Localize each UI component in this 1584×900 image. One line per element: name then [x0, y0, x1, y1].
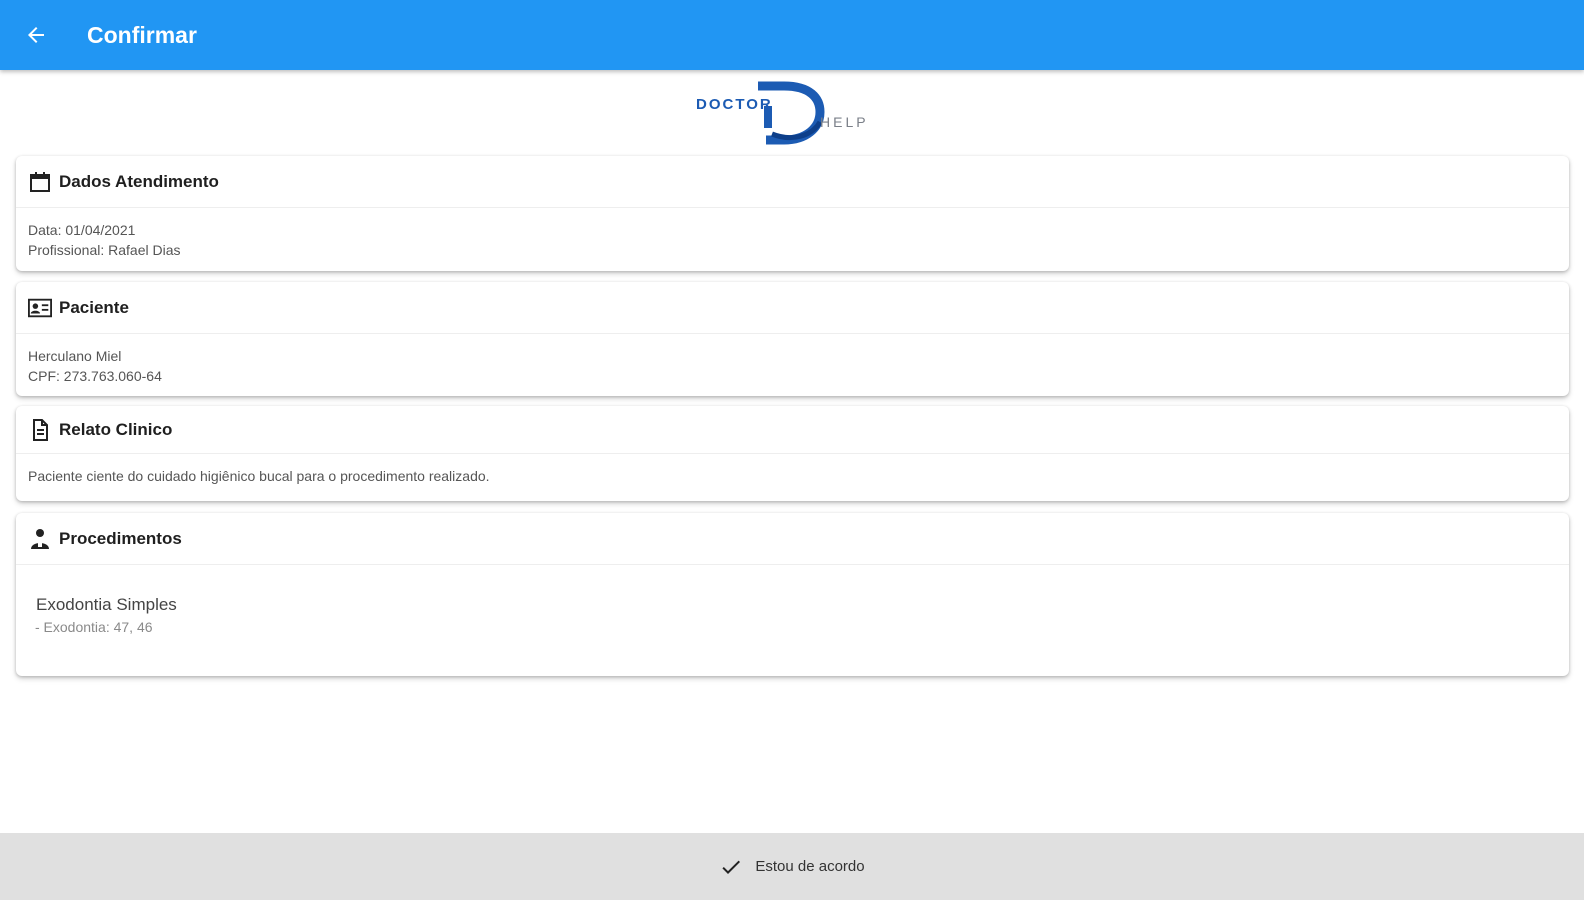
card-relato-clinico: Relato Clinico Paciente ciente do cuidad… — [16, 406, 1569, 501]
card-header: Dados Atendimento — [16, 156, 1569, 208]
procedure-name: Exodontia Simples — [36, 595, 177, 614]
confirm-button[interactable]: Estou de acordo — [0, 833, 1584, 900]
back-button[interactable] — [16, 15, 56, 55]
clinical-report-text: Paciente ciente do cuidado higiênico buc… — [28, 468, 490, 484]
document-icon — [28, 418, 52, 442]
card-header: Paciente — [16, 282, 1569, 334]
arrow-left-icon — [28, 27, 44, 43]
card-paciente: Paciente Herculano Miel CPF: 273.763.060… — [16, 282, 1569, 396]
card-header: Relato Clinico — [16, 406, 1569, 454]
card-body: Paciente ciente do cuidado higiênico buc… — [16, 454, 1569, 486]
page-title: Confirmar — [87, 21, 197, 48]
logo-word-doctor: DOCTOR — [696, 96, 773, 113]
logo-word-help: HELP — [820, 114, 869, 130]
card-body: Data: 01/04/2021 Profissional: Rafael Di… — [16, 208, 1569, 260]
doctor-icon — [28, 527, 52, 551]
app-bar: Confirmar — [0, 0, 1584, 70]
calendar-icon — [28, 170, 52, 194]
card-title: Procedimentos — [59, 528, 182, 548]
card-body: Herculano Miel CPF: 273.763.060-64 — [16, 334, 1569, 386]
patient-name: Herculano Miel — [28, 348, 122, 364]
check-icon — [722, 860, 741, 874]
card-dados-atendimento: Dados Atendimento Data: 01/04/2021 Profi… — [16, 156, 1569, 271]
professional-name: Profissional: Rafael Dias — [28, 242, 181, 258]
procedure-item: Exodontia Simples - Exodontia: 47, 46 — [16, 595, 1569, 635]
card-title: Relato Clinico — [59, 419, 173, 439]
procedure-detail: - Exodontia: 47, 46 — [35, 619, 153, 635]
patient-cpf: CPF: 273.763.060-64 — [28, 368, 162, 384]
doctor-help-logo: DOCTOR HELP — [680, 78, 890, 146]
card-title: Paciente — [59, 297, 129, 317]
appointment-date: Data: 01/04/2021 — [28, 222, 136, 238]
card-title: Dados Atendimento — [59, 171, 219, 191]
confirm-button-label: Estou de acordo — [755, 858, 865, 875]
id-card-icon — [28, 296, 52, 320]
card-procedimentos: Procedimentos Exodontia Simples - Exodon… — [16, 513, 1569, 676]
card-header: Procedimentos — [16, 513, 1569, 565]
